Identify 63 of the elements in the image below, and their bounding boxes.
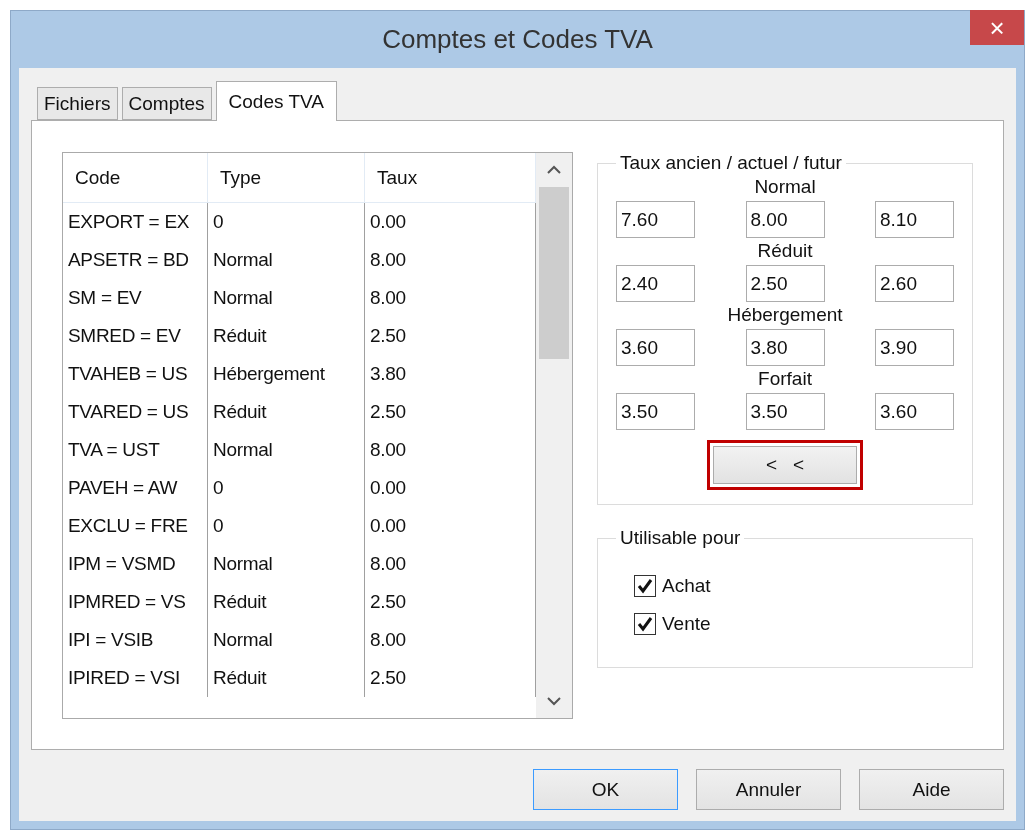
scrollbar-thumb[interactable] [539, 187, 569, 359]
table-cell: Normal [208, 241, 365, 279]
table-cell: TVA = UST [63, 431, 208, 469]
rate-field[interactable]: 2.60 [875, 265, 954, 302]
table-cell: Normal [208, 279, 365, 317]
table-cell: IPIRED = VSI [63, 659, 208, 697]
rate-field[interactable]: 8.00 [745, 201, 825, 238]
rate-field[interactable]: 3.60 [616, 329, 695, 366]
rate-label: Réduit [756, 240, 814, 262]
dialog-button[interactable]: Annuler [696, 769, 841, 810]
checkbox[interactable] [634, 575, 656, 597]
table-cell: EXPORT = EX [63, 203, 208, 241]
checkbox-label: Achat [662, 575, 711, 597]
table-cell: IPI = VSIB [63, 621, 208, 659]
table-cell: Réduit [208, 317, 365, 355]
scroll-up-icon[interactable] [546, 165, 562, 175]
table-cell: 0 [208, 507, 365, 545]
rate-label: Normal [753, 176, 817, 198]
rate-field[interactable]: 3.50 [616, 393, 695, 430]
shift-button[interactable]: < < [713, 446, 857, 484]
table-cell: PAVEH = AW [63, 469, 208, 507]
tab[interactable]: Comptes [121, 87, 212, 120]
rate-field[interactable]: 3.80 [745, 329, 825, 366]
group-title: Utilisable pour [619, 527, 742, 549]
rate-field[interactable]: 7.60 [616, 201, 695, 238]
rate-field[interactable]: 3.90 [875, 329, 954, 366]
dialog-button[interactable]: Aide [859, 769, 1004, 810]
rate-label: Hébergement [726, 304, 844, 326]
rate-field[interactable]: 8.10 [875, 201, 954, 238]
column-header[interactable]: Type [208, 153, 365, 202]
rate-field[interactable]: 2.40 [616, 265, 695, 302]
dialog-button[interactable]: OK [533, 769, 678, 810]
column-header[interactable]: Code [63, 153, 208, 202]
scrollbar[interactable] [536, 153, 572, 718]
tab[interactable]: Codes TVA [215, 81, 337, 121]
table-cell: Normal [208, 431, 365, 469]
table-cell: Hébergement [208, 355, 365, 393]
table-cell: IPM = VSMD [63, 545, 208, 583]
rate-field[interactable]: 3.50 [745, 393, 825, 430]
table-cell: Réduit [208, 659, 365, 697]
table-cell: TVARED = US [63, 393, 208, 431]
group-title: Taux ancien / actuel / futur [619, 152, 843, 174]
table-cell: Normal [208, 621, 365, 659]
table-cell: TVAHEB = US [63, 355, 208, 393]
close-button[interactable]: × [970, 10, 1024, 45]
rate-label: Forfait [757, 368, 813, 390]
table-cell: IPMRED = VS [63, 583, 208, 621]
table-cell: EXCLU = FRE [63, 507, 208, 545]
scroll-down-icon[interactable] [546, 696, 562, 706]
rate-field[interactable]: 2.50 [745, 265, 825, 302]
checkbox-label: Vente [662, 613, 711, 635]
table-cell: SMRED = EV [63, 317, 208, 355]
table-cell: 0 [208, 203, 365, 241]
window-title: Comptes et Codes TVA [382, 24, 653, 55]
table-cell: Réduit [208, 393, 365, 431]
tab[interactable]: Fichiers [37, 87, 118, 120]
table-cell: APSETR = BD [63, 241, 208, 279]
checkbox[interactable] [634, 613, 656, 635]
rate-field[interactable]: 3.60 [875, 393, 954, 430]
table-cell: Normal [208, 545, 365, 583]
table-cell: Réduit [208, 583, 365, 621]
table-cell: 0 [208, 469, 365, 507]
table-cell: SM = EV [63, 279, 208, 317]
